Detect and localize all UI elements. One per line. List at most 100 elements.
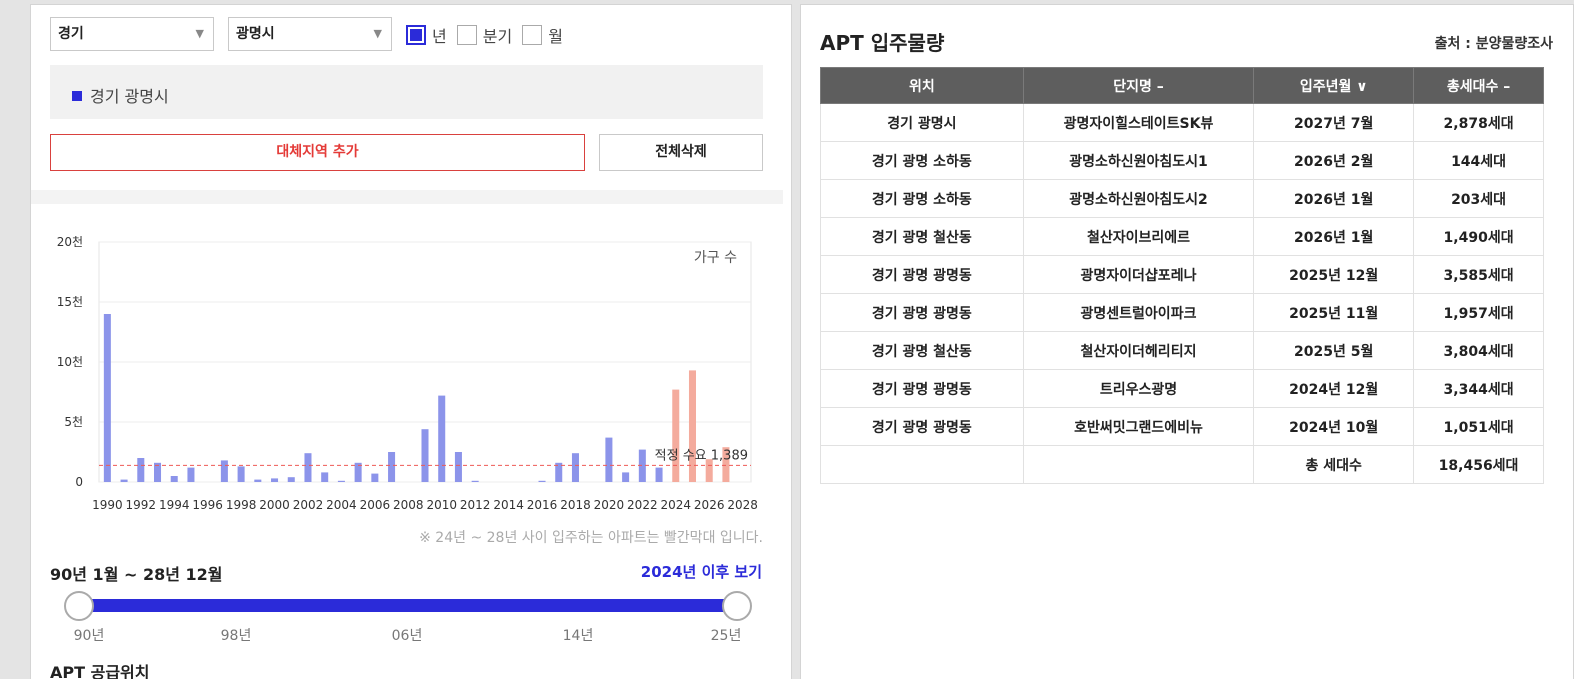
table-cell: 호반써밋그랜드에비뉴	[1022, 407, 1255, 446]
bar	[137, 458, 145, 482]
bar	[371, 473, 379, 482]
bar	[321, 472, 329, 482]
table-cell: 경기 광명 광명동	[820, 369, 1024, 408]
slider-handle-start[interactable]	[64, 591, 94, 621]
x-tick-label: 1992	[126, 498, 157, 512]
slider-handle-end[interactable]	[722, 591, 752, 621]
x-tick-label: 1994	[159, 498, 190, 512]
bar	[388, 452, 396, 482]
table-cell: 경기 광명시	[820, 103, 1024, 142]
column-header-move-in-date[interactable]: 입주년월 ∨	[1253, 67, 1415, 104]
bar	[571, 453, 579, 482]
bar	[672, 389, 680, 482]
table-cell	[1022, 445, 1255, 484]
column-header-total-units[interactable]: 총세대수 –	[1413, 67, 1544, 104]
bar	[454, 452, 462, 482]
bar	[187, 467, 195, 482]
table-cell: 2,878세대	[1413, 103, 1544, 142]
column-header-location: 위치	[820, 67, 1024, 104]
table-cell: 경기 광명 광명동	[820, 255, 1024, 294]
x-tick-label: 2008	[393, 498, 424, 512]
table-cell: 경기 광명 철산동	[820, 331, 1024, 370]
table-row[interactable]: 경기 광명시 광명자이힐스테이트SK뷰 2027년 7월 2,878세대	[820, 103, 1544, 142]
table-row[interactable]: 경기 광명 철산동 철산자이브리에르 2026년 1월 1,490세대	[820, 217, 1544, 256]
x-tick-label: 1990	[92, 498, 123, 512]
table-cell: 2026년 1월	[1253, 217, 1415, 256]
table-cell: 203세대	[1413, 179, 1544, 218]
view-after-2024-link[interactable]: 2024년 이후 보기	[641, 561, 762, 582]
x-tick-label: 2002	[293, 498, 324, 512]
x-tick-label: 2000	[259, 498, 290, 512]
x-tick-label: 2006	[360, 498, 391, 512]
right-panel: APT 입주물량 출처 : 분양물량조사 위치 단지명 – 입주년월 ∨ 총세대…	[800, 4, 1574, 679]
bar	[438, 395, 446, 482]
bar	[287, 477, 295, 482]
table-cell: 광명소하신원아침도시2	[1022, 179, 1255, 218]
table-row[interactable]: 경기 광명 철산동 철산자이더헤리티지 2025년 5월 3,804세대	[820, 331, 1544, 370]
table-row[interactable]: 경기 광명 광명동 광명센트럴아이파크 2025년 11월 1,957세대	[820, 293, 1544, 332]
x-tick-label: 2026	[694, 498, 725, 512]
table-cell: 2025년 12월	[1253, 255, 1415, 294]
table-row[interactable]: 경기 광명 광명동 트리우스광명 2024년 12월 3,344세대	[820, 369, 1544, 408]
table-cell: 철산자이더헤리티지	[1022, 331, 1255, 370]
period-slider-track[interactable]	[78, 599, 737, 612]
slider-label: 06년	[391, 628, 423, 644]
table-cell: 경기 광명 광명동	[820, 293, 1024, 332]
table-cell: 경기 광명 철산동	[820, 217, 1024, 256]
x-tick-label: 2010	[426, 498, 457, 512]
bar	[271, 478, 279, 482]
table-cell: 광명자이더샵포레나	[1022, 255, 1255, 294]
bar	[120, 479, 128, 482]
table-cell: 광명센트럴아이파크	[1022, 293, 1255, 332]
x-tick-label: 2020	[594, 498, 625, 512]
x-tick-label: 2028	[727, 498, 758, 512]
table-cell: 1,051세대	[1413, 407, 1544, 446]
table-row[interactable]: 경기 광명 소하동 광명소하신원아침도시1 2026년 2월 144세대	[820, 141, 1544, 180]
slider-label: 25년	[710, 628, 742, 644]
table-row[interactable]: 경기 광명 소하동 광명소하신원아침도시2 2026년 1월 203세대	[820, 179, 1544, 218]
bar	[538, 480, 546, 482]
table-cell: 3,804세대	[1413, 331, 1544, 370]
column-header-complex[interactable]: 단지명 –	[1022, 67, 1255, 104]
table-cell: 3,585세대	[1413, 255, 1544, 294]
supply-location-title: APT 공급위치	[50, 663, 150, 679]
table-cell: 2024년 12월	[1253, 369, 1415, 408]
bar	[220, 460, 228, 482]
x-tick-label: 1998	[226, 498, 257, 512]
bar	[304, 453, 312, 482]
table-cell: 1,957세대	[1413, 293, 1544, 332]
supply-bar-chart: 0 5천 10천 15천 20천 1990 1992 1994 1996 1998 2000 2002…	[57, 234, 758, 512]
table-cell: 철산자이브리에르	[1022, 217, 1255, 256]
y-tick-label: 15천	[57, 294, 83, 309]
left-panel: 경기 ▼ 광명시 ▼ 년 분기 월 경기 광명시 대체지역 추가 전체삭제 05…	[30, 4, 792, 679]
bar	[254, 479, 262, 482]
x-tick-label: 2012	[460, 498, 491, 512]
table-cell: 광명자이힐스테이트SK뷰	[1022, 103, 1255, 142]
slider-label: 14년	[562, 628, 594, 644]
table-total-row: 총 세대수 18,456세대	[820, 445, 1544, 484]
table-row[interactable]: 경기 광명 광명동 광명자이더샵포레나 2025년 12월 3,585세대	[820, 255, 1544, 294]
total-value: 18,456세대	[1413, 445, 1544, 484]
unit-label: 가구 수	[694, 250, 737, 266]
data-source: 출처 : 분양물량조사	[1434, 36, 1553, 52]
x-tick-label: 2024	[660, 498, 691, 512]
x-tick-label: 1996	[192, 498, 223, 512]
table-cell: 3,344세대	[1413, 369, 1544, 408]
table-cell: 2024년 10월	[1253, 407, 1415, 446]
table-cell	[820, 445, 1024, 484]
x-tick-label: 2018	[560, 498, 591, 512]
bar	[170, 476, 178, 482]
x-tick-label: 2022	[627, 498, 658, 512]
table-row[interactable]: 경기 광명 광명동 호반써밋그랜드에비뉴 2024년 10월 1,051세대	[820, 407, 1544, 446]
y-tick-label: 10천	[57, 354, 83, 369]
table-cell: 1,490세대	[1413, 217, 1544, 256]
y-tick-label: 20천	[57, 234, 83, 249]
table-cell: 2025년 11월	[1253, 293, 1415, 332]
table-cell: 2026년 2월	[1253, 141, 1415, 180]
slider-label: 98년	[220, 628, 252, 644]
x-tick-label: 2014	[493, 498, 524, 512]
table-cell: 2027년 7월	[1253, 103, 1415, 142]
table-cell: 트리우스광명	[1022, 369, 1255, 408]
total-label: 총 세대수	[1253, 445, 1415, 484]
bar	[237, 466, 245, 482]
